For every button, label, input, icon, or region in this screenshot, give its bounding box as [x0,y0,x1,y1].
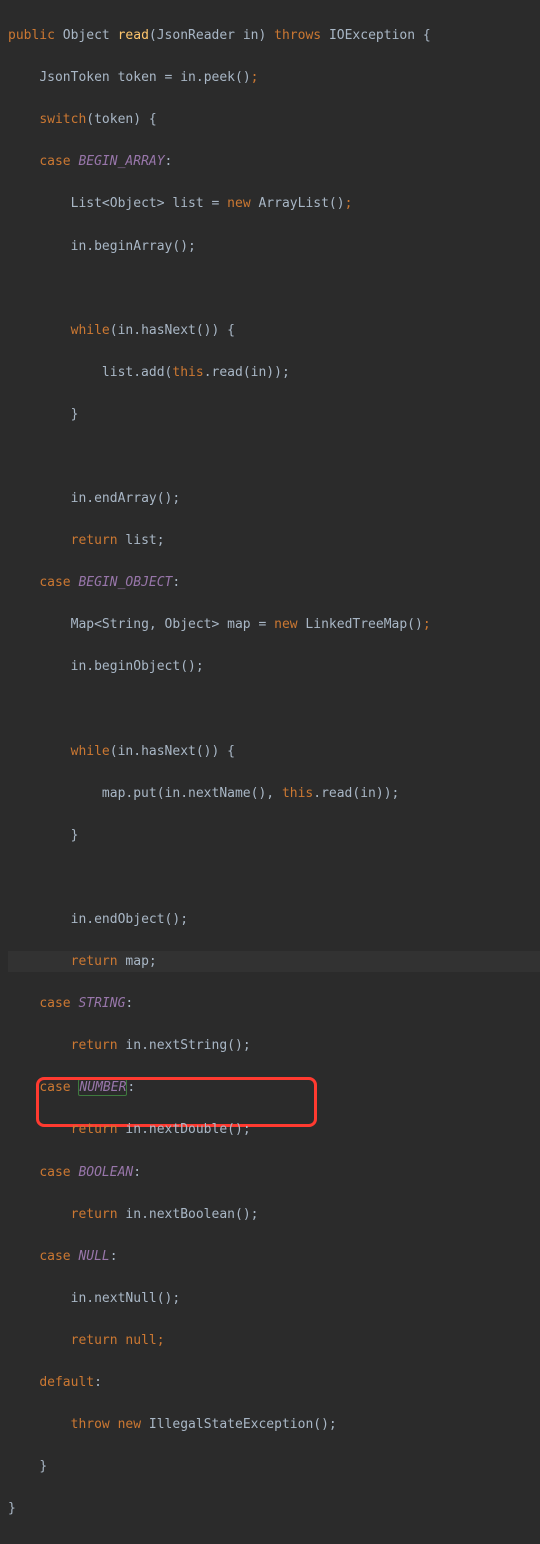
code-line [8,278,540,299]
code-line: } [8,1498,540,1519]
code-line: return null; [8,1330,540,1351]
code-line: in.endArray(); [8,488,540,509]
code-line: } [8,1456,540,1477]
code-line: in.beginObject(); [8,656,540,677]
code-line: return in.nextDouble(); [8,1119,540,1140]
code-line: in.nextNull(); [8,1288,540,1309]
code-line [8,867,540,888]
code-line: } [8,404,540,425]
code-line: case BEGIN_OBJECT: [8,572,540,593]
code-line: public Object read(JsonReader in) throws… [8,25,540,46]
code-line: map.put(in.nextName(), this.read(in)); [8,783,540,804]
code-line: case NUMBER: [8,1077,540,1098]
code-line: case NULL: [8,1246,540,1267]
code-line: while(in.hasNext()) { [8,320,540,341]
code-line: case STRING: [8,993,540,1014]
code-line: in.beginArray(); [8,236,540,257]
code-line: case BOOLEAN: [8,1162,540,1183]
code-line: } [8,825,540,846]
code-line: return in.nextString(); [8,1035,540,1056]
search-highlight: NUMBER [78,1079,127,1096]
code-line: default: [8,1372,540,1393]
code-line: in.endObject(); [8,909,540,930]
code-line [8,699,540,720]
code-line-caret: return map; [8,951,540,972]
code-editor[interactable]: public Object read(JsonReader in) throws… [0,0,540,1544]
code-line: list.add(this.read(in)); [8,362,540,383]
code-line: JsonToken token = in.peek(); [8,67,540,88]
code-line: throw new IllegalStateException(); [8,1414,540,1435]
code-line: Map<String, Object> map = new LinkedTree… [8,614,540,635]
code-line: return list; [8,530,540,551]
code-line: List<Object> list = new ArrayList(); [8,193,540,214]
code-line: while(in.hasNext()) { [8,741,540,762]
code-line: switch(token) { [8,109,540,130]
code-line [8,446,540,467]
code-line: case BEGIN_ARRAY: [8,151,540,172]
code-line: return in.nextBoolean(); [8,1204,540,1225]
